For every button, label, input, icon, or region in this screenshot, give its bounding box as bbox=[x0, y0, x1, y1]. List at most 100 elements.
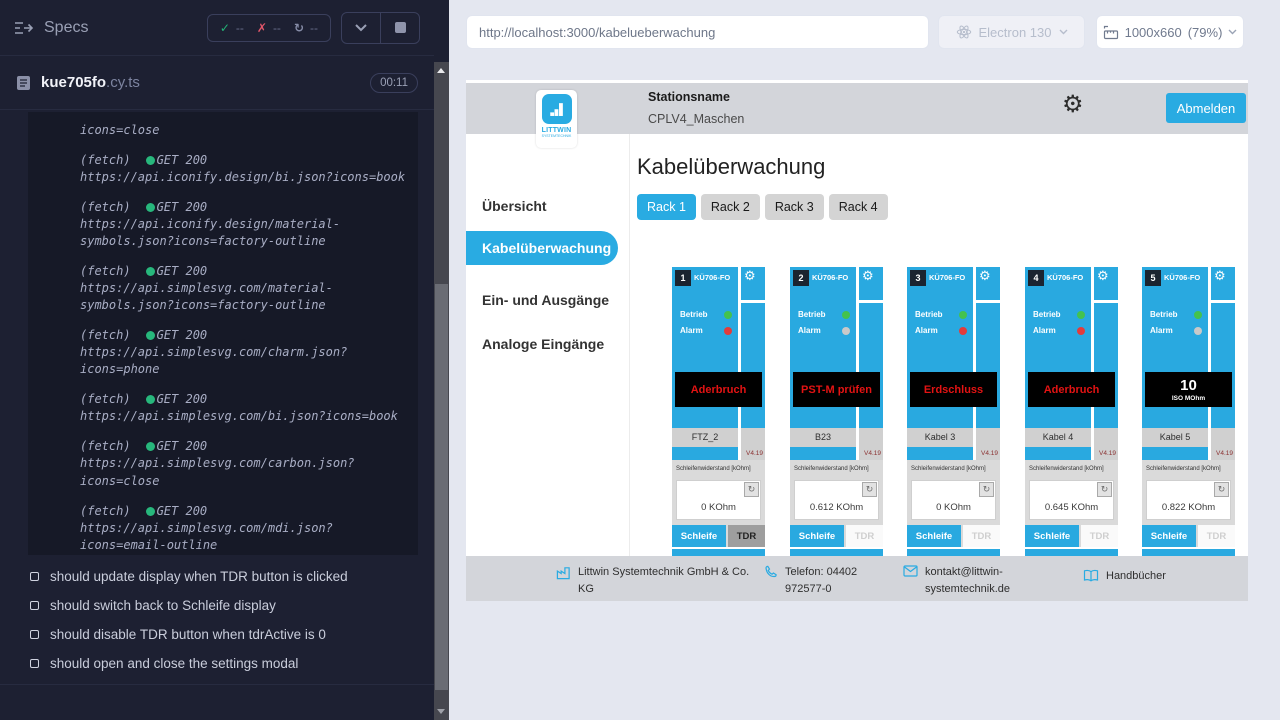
test-item[interactable]: should update display when TDR button is… bbox=[0, 562, 434, 591]
request-url: https://api.iconify.design/bi.json?icons… bbox=[80, 169, 408, 186]
collapse-all-button[interactable] bbox=[342, 13, 380, 43]
status-display: Aderbruch bbox=[675, 372, 762, 407]
sidebar-item-uebersicht[interactable]: Übersicht bbox=[482, 198, 547, 214]
footer-manuals[interactable]: Handbücher bbox=[1083, 568, 1166, 585]
device-settings-gear-icon[interactable]: ⚙ bbox=[979, 270, 991, 283]
tab-rack-4[interactable]: Rack 4 bbox=[829, 194, 888, 220]
fetch-tag: (fetch) bbox=[80, 391, 131, 408]
betrieb-led bbox=[959, 311, 967, 319]
tdr-button[interactable]: TDR bbox=[728, 525, 765, 547]
betrieb-label: Betrieb bbox=[1150, 310, 1178, 319]
tdr-button: TDR bbox=[846, 525, 883, 547]
settings-gear-icon[interactable]: ⚙ bbox=[1062, 92, 1084, 116]
success-dot-icon bbox=[146, 331, 155, 340]
device-settings-gear-icon[interactable]: ⚙ bbox=[862, 270, 874, 283]
sidebar-item-kabelueberwachung[interactable]: Kabelüberwachung bbox=[466, 231, 618, 265]
sidebar-item-ein-und-ausgaenge[interactable]: Ein- und Ausgänge bbox=[482, 292, 609, 308]
betrieb-led bbox=[1194, 311, 1202, 319]
log-entry[interactable]: (fetch)GET 200 https://api.iconify.desig… bbox=[80, 199, 408, 250]
firmware-version: V4.19 bbox=[859, 447, 883, 460]
status-display: Erdschluss bbox=[910, 372, 997, 407]
device-card: Kabel 3 V4.19 3 KÜ706-FO ⚙ Betrieb Alarm… bbox=[907, 267, 1000, 556]
device-card: FTZ_2 V4.19 1 KÜ706-FO ⚙ Betrieb Alarm A… bbox=[672, 267, 765, 556]
footer-email: kontakt@littwin-systemtechnik.de bbox=[903, 564, 1023, 597]
firmware-version: V4.19 bbox=[1094, 447, 1118, 460]
fetch-tag: (fetch) bbox=[80, 327, 131, 344]
stop-button[interactable] bbox=[381, 13, 419, 43]
test-item[interactable]: should disable TDR button when tdrActive… bbox=[0, 620, 434, 649]
test-item[interactable]: should switch back to Schleife display bbox=[0, 591, 434, 620]
refresh-icon[interactable]: ↻ bbox=[1214, 482, 1229, 497]
url-input[interactable] bbox=[466, 15, 929, 49]
runner-header: Specs ✓ -- ✗ -- ↻ -- bbox=[0, 0, 434, 56]
log-entry[interactable]: (fetch)GET 200 https://api.iconify.desig… bbox=[80, 152, 408, 186]
stat-failed: ✗ -- bbox=[257, 21, 281, 35]
rack-tabs: Rack 1 Rack 2 Rack 3 Rack 4 bbox=[637, 194, 888, 220]
scrollbar-thumb[interactable] bbox=[435, 284, 448, 690]
device-card: Kabel 4 V4.19 4 KÜ706-FO ⚙ Betrieb Alarm… bbox=[1025, 267, 1118, 556]
log-entry[interactable]: (fetch)GET 200 https://api.simplesvg.com… bbox=[80, 327, 408, 378]
value-box: ↻ 0.645 KOhm bbox=[1029, 480, 1114, 520]
test-item[interactable]: should open and close the settings modal bbox=[0, 649, 434, 678]
browser-select[interactable]: Electron 130 bbox=[938, 15, 1085, 49]
device-model: KÜ706-FO bbox=[812, 273, 848, 282]
device-settings-gear-icon[interactable]: ⚙ bbox=[1214, 270, 1226, 283]
schleife-button[interactable]: Schleife bbox=[672, 525, 726, 547]
log-line-continuation: icons=close bbox=[80, 122, 408, 139]
pending-count: -- bbox=[310, 21, 318, 35]
betrieb-label: Betrieb bbox=[680, 310, 708, 319]
refresh-icon[interactable]: ↻ bbox=[979, 482, 994, 497]
betrieb-led-row: Betrieb bbox=[915, 310, 967, 319]
device-settings-gear-icon[interactable]: ⚙ bbox=[744, 270, 756, 283]
mode-buttons: Schleife TDR bbox=[1025, 525, 1118, 547]
resistance-label: Schleifenwiderstand [kOhm] bbox=[676, 466, 751, 472]
alarm-led-row: Alarm bbox=[1033, 326, 1085, 335]
sidebar-item-analoge-eingaenge[interactable]: Analoge Eingänge bbox=[482, 336, 604, 352]
scrollbar-down-arrow-icon[interactable] bbox=[437, 709, 445, 714]
test-stats-group: ✓ -- ✗ -- ↻ -- bbox=[207, 14, 331, 42]
measurement-panel: Schleifenwiderstand [kOhm] ↻ 0 KOhm Schl… bbox=[672, 460, 765, 547]
status-display: 10 ISO MOhm bbox=[1145, 372, 1232, 407]
log-entry[interactable]: (fetch)GET 200 https://api.simplesvg.com… bbox=[80, 438, 408, 489]
alarm-label: Alarm bbox=[915, 326, 938, 335]
resistance-label: Schleifenwiderstand [kOhm] bbox=[1029, 466, 1104, 472]
fetch-tag: (fetch) bbox=[80, 152, 131, 169]
schleife-button[interactable]: Schleife bbox=[1025, 525, 1079, 547]
success-dot-icon bbox=[146, 156, 155, 165]
schleife-button[interactable]: Schleife bbox=[790, 525, 844, 547]
tab-rack-1[interactable]: Rack 1 bbox=[637, 194, 696, 220]
schleife-button[interactable]: Schleife bbox=[907, 525, 961, 547]
firmware-version: V4.19 bbox=[1211, 447, 1235, 460]
tab-rack-3[interactable]: Rack 3 bbox=[765, 194, 824, 220]
app-footer: Littwin Systemtechnik GmbH & Co. KG Tele… bbox=[466, 556, 1248, 601]
resistance-value: 0.645 KOhm bbox=[1030, 502, 1113, 513]
log-entry[interactable]: (fetch)GET 200 https://api.simplesvg.com… bbox=[80, 263, 408, 314]
refresh-icon[interactable]: ↻ bbox=[744, 482, 759, 497]
refresh-icon[interactable]: ↻ bbox=[1097, 482, 1112, 497]
schleife-button[interactable]: Schleife bbox=[1142, 525, 1196, 547]
resistance-value: 0 KOhm bbox=[677, 502, 760, 513]
phone-icon bbox=[764, 565, 778, 579]
right-column-divider bbox=[859, 300, 883, 303]
device-settings-gear-icon[interactable]: ⚙ bbox=[1097, 270, 1109, 283]
http-status: GET 200 bbox=[157, 391, 208, 408]
resistance-value: 0 KOhm bbox=[912, 502, 995, 513]
log-entry[interactable]: (fetch)GET 200 https://api.simplesvg.com… bbox=[80, 391, 408, 425]
scrollbar[interactable] bbox=[434, 62, 449, 720]
sidebar-collapse-icon[interactable] bbox=[14, 21, 34, 35]
tab-rack-2[interactable]: Rack 2 bbox=[701, 194, 760, 220]
footer-company: Littwin Systemtechnik GmbH & Co. KG bbox=[556, 564, 760, 597]
right-column-divider bbox=[976, 300, 1000, 303]
cable-name: Kabel 4 bbox=[1025, 432, 1091, 442]
log-entry[interactable]: (fetch)GET 200 https://api.simplesvg.com… bbox=[80, 503, 408, 554]
spec-file-row[interactable]: kue705fo.cy.ts 00:11 bbox=[0, 57, 434, 110]
device-number-badge: 4 bbox=[1028, 270, 1044, 286]
scrollbar-up-arrow-icon[interactable] bbox=[437, 68, 445, 73]
refresh-icon[interactable]: ↻ bbox=[862, 482, 877, 497]
right-column-divider bbox=[1211, 300, 1235, 303]
station-label: Stationsname bbox=[648, 90, 744, 104]
betrieb-label: Betrieb bbox=[798, 310, 826, 319]
viewport-size-select[interactable]: 1000x660 (79%) bbox=[1096, 15, 1244, 49]
logout-button[interactable]: Abmelden bbox=[1166, 93, 1246, 123]
alarm-led bbox=[1194, 327, 1202, 335]
